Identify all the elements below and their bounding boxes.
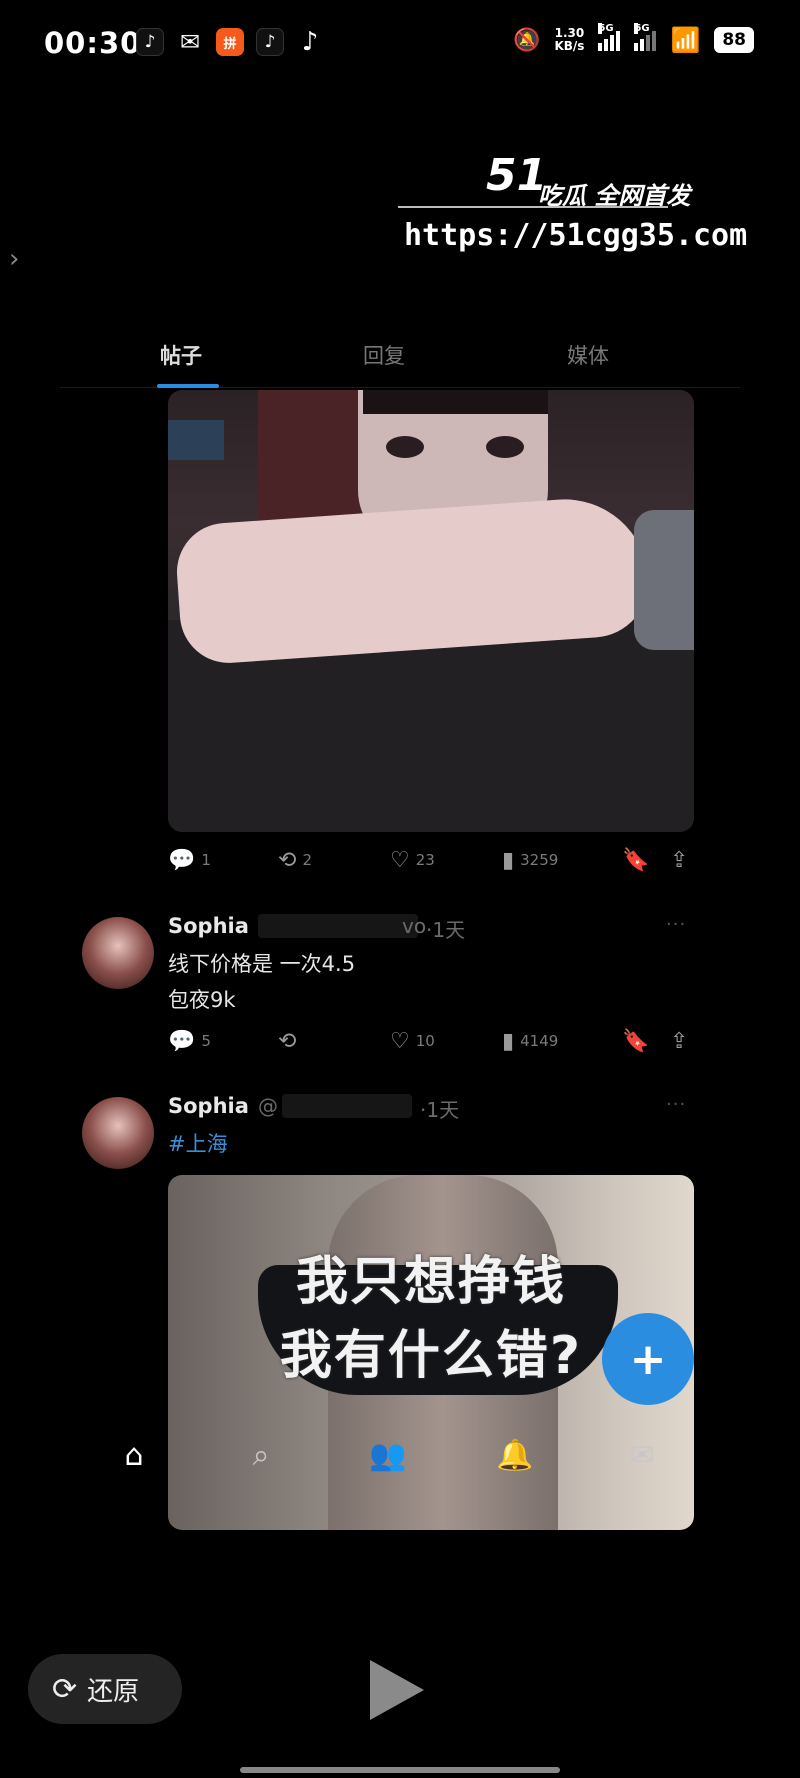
post-image[interactable] bbox=[168, 390, 694, 832]
post-hashtag[interactable]: #上海 bbox=[168, 1126, 228, 1162]
post-handle: @ bbox=[258, 1094, 278, 1118]
bell-icon[interactable]: 🔔 bbox=[489, 1429, 541, 1481]
repost-button[interactable]: ⟲ 2 bbox=[278, 848, 390, 873]
wechat-icon: ✉ bbox=[179, 28, 201, 56]
repost-icon: ⟲ bbox=[278, 847, 297, 873]
search-icon[interactable]: ⌕ bbox=[235, 1429, 287, 1481]
mute-bell-icon: 🔕 bbox=[513, 27, 541, 53]
play-icon[interactable] bbox=[370, 1660, 424, 1720]
bar-chart-icon: ▮ bbox=[502, 847, 515, 873]
status-bar: 00:30 ♪ ✉ 拼 ♪ ♪ 🔕 1.30 KB/s 5G 5G 📶 88 bbox=[0, 0, 800, 90]
plus-icon: + bbox=[629, 1333, 667, 1385]
tab-replies[interactable]: 回复 bbox=[363, 340, 405, 370]
bookmark-button[interactable]: 🔖 bbox=[622, 848, 670, 873]
battery-level: 88 bbox=[714, 27, 754, 53]
tiktok-icon: ♪ bbox=[256, 28, 284, 56]
avatar[interactable] bbox=[82, 917, 154, 989]
bar-chart-icon: ▮ bbox=[502, 1028, 515, 1054]
post-time: ·1天 bbox=[426, 918, 466, 942]
post-author[interactable]: Sophia bbox=[168, 1094, 249, 1118]
reply-icon: 💬 bbox=[168, 1028, 196, 1054]
like-button[interactable]: ♡ 23 bbox=[390, 848, 502, 873]
repost-button[interactable]: ⟲ bbox=[278, 1029, 390, 1054]
share-icon: ⇪ bbox=[670, 847, 689, 873]
share-icon: ⇪ bbox=[670, 1028, 689, 1054]
watermark-divider bbox=[398, 206, 668, 216]
views-button[interactable]: ▮ 3259 bbox=[502, 848, 622, 873]
reply-icon: 💬 bbox=[168, 847, 196, 873]
rotate-icon: ⟳ bbox=[52, 1671, 78, 1707]
more-options-icon[interactable]: ··· bbox=[666, 1094, 686, 1115]
tab-media[interactable]: 媒体 bbox=[567, 340, 609, 370]
tab-posts[interactable]: 帖子 bbox=[160, 340, 202, 370]
more-options-icon[interactable]: ··· bbox=[666, 914, 686, 935]
communities-icon[interactable]: 👥 bbox=[362, 1429, 414, 1481]
reply-button[interactable]: 💬 1 bbox=[168, 848, 278, 873]
like-button[interactable]: ♡ 10 bbox=[390, 1029, 502, 1054]
bottom-nav: ⌂ ⌕ 👥 🔔 ✉ bbox=[108, 1415, 668, 1495]
tiktok-icon: ♪ bbox=[301, 27, 319, 57]
post-author[interactable]: Sophia bbox=[168, 914, 249, 938]
post-handle: vo bbox=[402, 914, 427, 938]
avatar[interactable] bbox=[82, 1097, 154, 1169]
watermark: 51 吃瓜 全网首发 https://51cgg35.com bbox=[398, 150, 747, 260]
post-actions: 💬 5 ⟲ ♡ 10 ▮ 4149 🔖 ⇪ bbox=[168, 1026, 694, 1056]
network-speed: 1.30 KB/s bbox=[554, 26, 585, 53]
mail-icon[interactable]: ✉ bbox=[616, 1429, 668, 1481]
share-button[interactable]: ⇪ bbox=[670, 1029, 688, 1054]
signal-5g-icon: 5G bbox=[598, 23, 621, 51]
signal-5g-icon: 5G bbox=[634, 23, 657, 51]
share-button[interactable]: ⇪ bbox=[670, 848, 688, 873]
home-indicator[interactable] bbox=[240, 1767, 560, 1773]
repost-icon: ⟲ bbox=[278, 1028, 297, 1054]
post-actions: 💬 1 ⟲ 2 ♡ 23 ▮ 3259 🔖 ⇪ bbox=[168, 845, 694, 875]
post-time: ·1天 bbox=[420, 1098, 460, 1122]
chevron-right-icon[interactable]: › bbox=[9, 244, 19, 274]
restore-button[interactable]: ⟳ 还原 bbox=[28, 1654, 182, 1724]
heart-icon: ♡ bbox=[390, 1028, 410, 1054]
wifi-icon: 📶 bbox=[670, 26, 701, 54]
profile-tabs: 帖子 回复 媒体 bbox=[60, 330, 740, 388]
reply-button[interactable]: 💬 5 bbox=[168, 1029, 278, 1054]
tab-active-indicator bbox=[157, 384, 219, 388]
views-button[interactable]: ▮ 4149 bbox=[502, 1029, 622, 1054]
handle-blurred bbox=[258, 914, 418, 938]
bookmark-icon: 🔖 bbox=[622, 847, 650, 873]
compose-button[interactable]: + bbox=[602, 1313, 694, 1405]
status-time: 00:30 bbox=[44, 26, 142, 60]
post-text: 线下价格是 一次4.5 包夜9k bbox=[168, 952, 356, 1012]
heart-icon: ♡ bbox=[390, 847, 410, 873]
watermark-url: https://51cgg35.com bbox=[404, 218, 748, 253]
home-icon[interactable]: ⌂ bbox=[108, 1429, 160, 1481]
bookmark-icon: 🔖 bbox=[622, 1028, 650, 1054]
status-indicators: 🔕 1.30 KB/s 5G 5G 📶 88 bbox=[513, 23, 754, 54]
shopping-app-icon: 拼 bbox=[216, 28, 244, 56]
tiktok-icon: ♪ bbox=[136, 28, 164, 56]
bookmark-button[interactable]: 🔖 bbox=[622, 1029, 670, 1054]
handle-blurred bbox=[282, 1094, 412, 1118]
notification-app-icons: ♪ ✉ 拼 ♪ ♪ bbox=[136, 27, 324, 57]
